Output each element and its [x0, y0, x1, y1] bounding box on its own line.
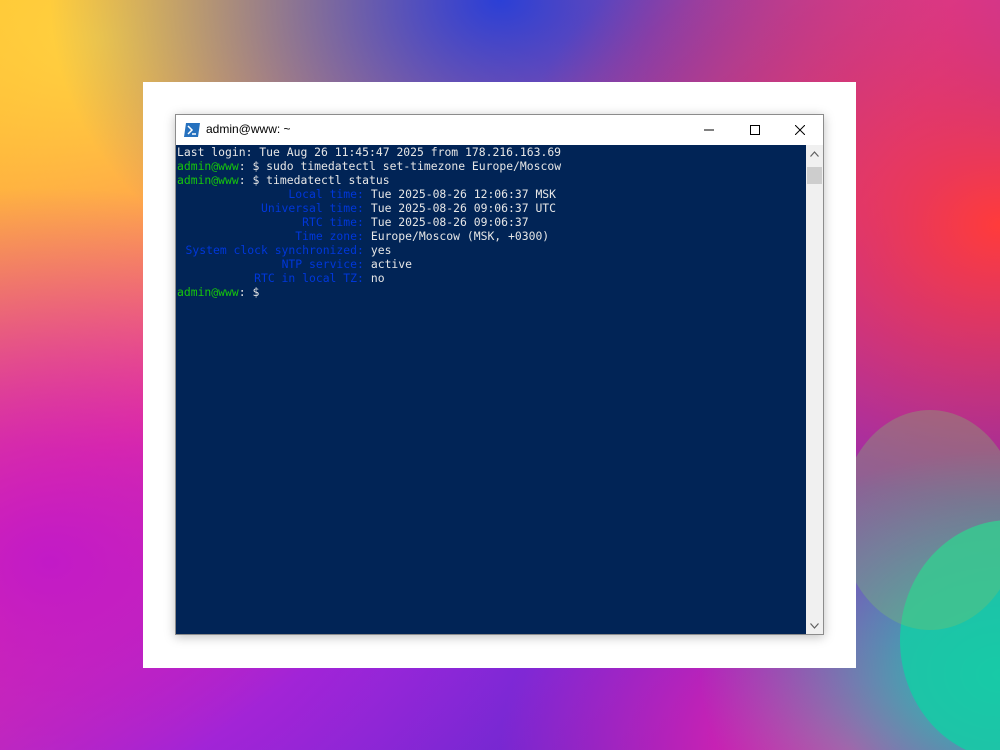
status-row: Time zone: Europe/Moscow (MSK, +0300) [177, 229, 806, 243]
command-text: sudo timedatectl set-timezone Europe/Mos… [266, 159, 562, 173]
status-value: no [370, 271, 385, 285]
status-key: System clock synchronized [185, 243, 357, 257]
minimize-button[interactable] [686, 115, 732, 145]
last-login-line: Last login: Tue Aug 26 11:45:47 2025 fro… [177, 145, 562, 159]
status-row: Local time: Tue 2025-08-26 12:06:37 MSK [177, 187, 806, 201]
status-value: Tue 2025-08-26 09:06:37 [370, 215, 529, 229]
close-icon [795, 125, 805, 135]
prompt-user: admin@www [177, 173, 239, 187]
scroll-up-button[interactable] [806, 145, 823, 162]
vertical-scrollbar[interactable] [806, 145, 823, 634]
status-row: RTC time: Tue 2025-08-26 09:06:37 [177, 215, 806, 229]
status-key: Universal time [260, 201, 357, 215]
command-text: timedatectl status [266, 173, 390, 187]
title-bar[interactable]: admin@www: ~ [176, 115, 823, 145]
minimize-icon [704, 129, 714, 131]
status-key: NTP service [281, 257, 357, 271]
status-value: Tue 2025-08-26 12:06:37 MSK [370, 187, 557, 201]
command-line: admin@www: $ sudo timedatectl set-timezo… [177, 159, 806, 173]
status-key: RTC in local TZ [254, 271, 357, 285]
window-title: admin@www: ~ [206, 122, 291, 136]
status-key: RTC time [302, 215, 357, 229]
powershell-icon [184, 122, 200, 137]
terminal-window[interactable]: admin@www: ~ Last login: Tue Aug 26 11:4… [175, 114, 824, 635]
close-button[interactable] [777, 115, 823, 145]
prompt-user: admin@www [177, 159, 239, 173]
chevron-down-icon [810, 622, 819, 629]
chevron-up-icon [810, 150, 819, 157]
scroll-down-button[interactable] [806, 617, 823, 634]
status-value: Europe/Moscow (MSK, +0300) [370, 229, 550, 243]
terminal-output[interactable]: Last login: Tue Aug 26 11:45:47 2025 fro… [176, 145, 806, 634]
command-line: admin@www: $ timedatectl status [177, 173, 806, 187]
status-row: RTC in local TZ: no [177, 271, 806, 285]
maximize-icon [750, 125, 760, 135]
maximize-button[interactable] [732, 115, 778, 145]
prompt-user: admin@www [177, 285, 239, 299]
prompt-suffix: : $ [238, 285, 267, 299]
status-key: Local time [288, 187, 357, 201]
status-row: Universal time: Tue 2025-08-26 09:06:37 U… [177, 201, 806, 215]
status-value: active [370, 257, 413, 271]
status-row: System clock synchronized: yes [177, 243, 806, 257]
scroll-thumb[interactable] [807, 167, 822, 184]
prompt-suffix: : $ [238, 173, 267, 187]
prompt-suffix: : $ [238, 159, 267, 173]
current-prompt-line[interactable]: admin@www: $ [177, 285, 806, 299]
status-value: Tue 2025-08-26 09:06:37 UTC [370, 201, 557, 215]
status-value: yes [370, 243, 392, 257]
status-row: NTP service: active [177, 257, 806, 271]
status-key: Time zone [295, 229, 357, 243]
